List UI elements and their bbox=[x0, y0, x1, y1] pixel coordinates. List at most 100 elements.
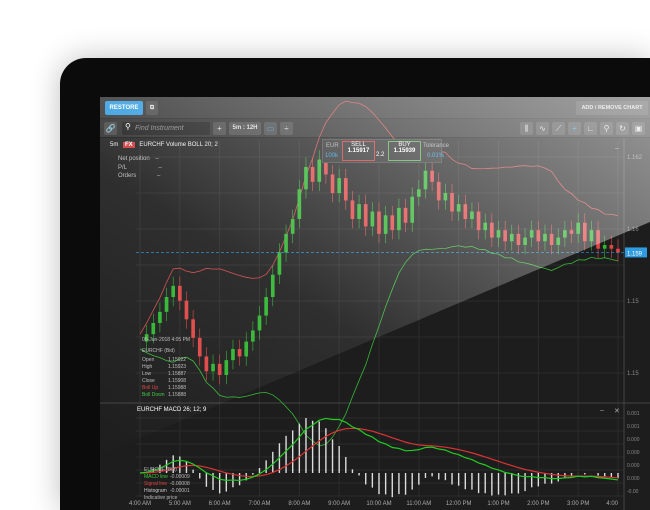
amount-value[interactable]: 100k bbox=[325, 153, 338, 159]
candle bbox=[549, 233, 554, 245]
candle bbox=[509, 233, 514, 242]
candle bbox=[337, 178, 341, 193]
net-position-label: Net position bbox=[118, 156, 150, 162]
tooltip-row-label: Close bbox=[142, 378, 155, 384]
tolerance-value[interactable]: 0.01% bbox=[427, 153, 444, 159]
macd-legend-instrument: EURCHF (Bid) bbox=[144, 467, 177, 473]
collapse-button[interactable]: – bbox=[615, 145, 619, 152]
macd-minimize-button[interactable]: – bbox=[600, 407, 604, 414]
tooltip-instrument: EURCHF (Bid) bbox=[142, 348, 175, 354]
buy-button[interactable]: BUY 1.15939 bbox=[388, 141, 421, 161]
candle bbox=[516, 233, 521, 245]
timeframe-label: 5m bbox=[110, 142, 119, 148]
macd-legend-row: Signal line -0.00008 bbox=[144, 481, 190, 488]
candle bbox=[556, 237, 561, 245]
macd-close-button[interactable]: ✕ bbox=[614, 407, 620, 415]
currency-label: EUR bbox=[326, 143, 339, 149]
tooltip-row: Low 1.15887 bbox=[142, 371, 198, 378]
candle bbox=[211, 363, 215, 372]
indicative-price-label: Indicative price bbox=[144, 495, 178, 501]
tooltip-row-value: 1.15888 bbox=[168, 392, 187, 398]
macd-legend: EURCHF (Bid) MACD line -0.00009 Signal lin… bbox=[144, 467, 190, 502]
candle bbox=[270, 274, 275, 297]
buy-price: 1.15939 bbox=[393, 148, 416, 154]
macd-legend-row-value: -0.00008 bbox=[170, 481, 190, 487]
candle bbox=[436, 181, 441, 201]
candle bbox=[317, 159, 322, 182]
candle bbox=[284, 233, 288, 253]
candle bbox=[297, 189, 302, 219]
candle bbox=[536, 230, 541, 242]
macd-legend-row-label: MACD line bbox=[144, 474, 168, 480]
candle bbox=[529, 230, 534, 238]
candle bbox=[569, 230, 574, 234]
candle bbox=[204, 356, 209, 372]
candle bbox=[330, 174, 335, 193]
candle bbox=[224, 360, 229, 375]
tooltip-row-label: Low bbox=[142, 371, 152, 377]
x-axis-label: 11:00 AM bbox=[406, 501, 431, 507]
x-axis-label: 6:00 AM bbox=[209, 501, 231, 507]
candle bbox=[410, 196, 415, 223]
y-axis-label: 1.15 bbox=[627, 299, 639, 305]
candle bbox=[304, 167, 308, 190]
y-axis-label: 1.162 bbox=[627, 155, 643, 161]
candle bbox=[390, 215, 395, 231]
candle bbox=[383, 215, 388, 234]
x-axis-label: 7:00 AM bbox=[248, 501, 270, 507]
chart-title: EURCHF Volume BOLL 20; 2 bbox=[139, 142, 218, 148]
candle bbox=[343, 178, 348, 201]
candle bbox=[197, 337, 202, 357]
candle bbox=[151, 323, 156, 335]
net-position-value: – bbox=[155, 156, 159, 162]
sell-button[interactable]: SELL 1.15917 bbox=[342, 141, 375, 161]
candle bbox=[377, 211, 381, 234]
spread-value: 2.2 bbox=[376, 152, 385, 158]
candle bbox=[470, 211, 474, 219]
candle bbox=[397, 207, 401, 231]
tooltip-date: 08-Jun-2018 4:05 PM bbox=[142, 337, 191, 343]
candle bbox=[430, 170, 434, 182]
tooltip-row-value: 1.15887 bbox=[168, 371, 187, 377]
pl-value: – bbox=[158, 164, 162, 171]
tooltip-row: Close 1.15908 bbox=[142, 378, 198, 385]
candle bbox=[237, 349, 242, 357]
candle bbox=[483, 222, 488, 231]
candle bbox=[290, 219, 295, 234]
candle bbox=[231, 349, 235, 361]
macd-y-label: 0.000 bbox=[627, 450, 640, 456]
macd-legend-row-label: Signal line bbox=[144, 481, 168, 487]
tolerance-label: Tolerance bbox=[423, 143, 450, 149]
candle bbox=[171, 285, 176, 297]
tooltip-row-value: 1.15923 bbox=[168, 364, 187, 370]
candle bbox=[616, 248, 620, 253]
candle bbox=[370, 211, 375, 227]
pl-label: P/L bbox=[118, 164, 127, 171]
macd-legend-row-value: -0.00001 bbox=[170, 488, 190, 494]
orders-label: Orders bbox=[118, 173, 137, 179]
macd-y-label: 0.001 bbox=[627, 411, 640, 417]
orders-value: – bbox=[157, 173, 161, 179]
candle bbox=[277, 252, 282, 275]
tooltip-row-value: 1.15922 bbox=[168, 357, 187, 363]
candle bbox=[490, 222, 494, 238]
trade-ticket: EUR 100k SELL 1.15917 2.2 BUY 1.15939 Tole… bbox=[322, 139, 449, 163]
candle bbox=[503, 230, 507, 242]
candle bbox=[589, 230, 594, 242]
ohlc-tooltip: 08-Jun-2018 4:05 PM EURCHF (Bid) Open 1.1… bbox=[142, 337, 198, 399]
x-axis-label: 12:00 PM bbox=[446, 501, 472, 507]
macd-legend-row: MACD line -0.00009 bbox=[144, 474, 190, 481]
x-axis-label: 9:00 AM bbox=[328, 501, 350, 507]
candle bbox=[363, 204, 368, 227]
current-price-label: 1.159 bbox=[627, 251, 643, 257]
candle bbox=[403, 207, 408, 223]
y-axis-label: 1.15 bbox=[627, 371, 639, 377]
trading-screen: RESTORE ⧉ ADD / REMOVE CHART 🔗 Find Inst… bbox=[100, 97, 650, 510]
macd-y-label: 0.000 bbox=[627, 463, 640, 469]
tooltip-row: Boll Down 1.15888 bbox=[142, 392, 198, 399]
candle bbox=[264, 297, 268, 316]
candle bbox=[443, 193, 448, 201]
candle bbox=[257, 315, 262, 331]
candle bbox=[310, 167, 315, 182]
y-axis-label: 1.16 bbox=[627, 227, 639, 233]
